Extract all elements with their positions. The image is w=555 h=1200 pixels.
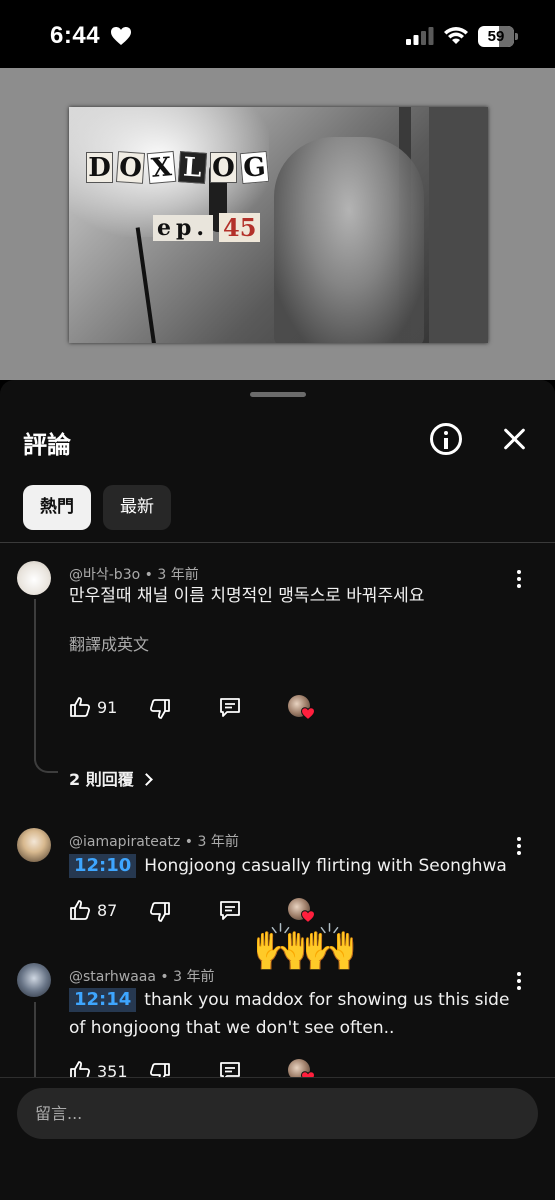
video-thumbnail [69,107,488,343]
comment-actions: 91 [68,695,368,725]
thread-line [34,1002,36,1082]
timestamp-link[interactable]: 12:10 [69,854,137,878]
battery-level: 59 [487,28,505,45]
thread-curve [34,757,58,773]
title-letter: L [177,151,208,184]
drag-handle[interactable] [250,392,306,397]
comment-meta: @iamapirateatz • 3 年前 [69,834,239,850]
video-episode: ep. 45 [153,213,261,242]
comment-input-bar [0,1077,555,1200]
heart-icon [301,707,315,720]
comment-body: Hongjoong casually flirting with Seonghw… [144,856,507,876]
translate-link[interactable]: 翻譯成英文 [69,631,149,655]
episode-number: 45 [219,213,261,242]
battery-indicator: 59 [478,26,518,47]
dislike-icon[interactable] [148,900,172,924]
comment-author[interactable]: @바삭-b3o [69,567,140,583]
heart-icon [111,27,131,45]
reply-icon[interactable] [218,898,242,922]
signal-icon [406,27,434,45]
chip-top[interactable]: 熱門 [23,485,91,530]
title-letter: O [210,152,237,183]
video-title-logo: D O X L O G [86,150,270,185]
timestamp-link[interactable]: 12:14 [69,988,137,1012]
info-icon[interactable] [430,423,462,455]
video-player[interactable]: D O X L O G ep. 45 [0,68,555,380]
title-letter: G [239,150,270,185]
comments-sheet: 評論 熱門 最新 @바삭-b3o • 3 年前 만우절때 채널 이름 치명적인 … [0,380,555,1200]
avatar[interactable] [17,828,51,862]
status-time: 6:44 [50,22,101,49]
view-replies-button[interactable]: 2 則回覆 [69,766,153,790]
thread-line [34,599,36,761]
chip-newest[interactable]: 最新 [103,485,171,530]
comment-age: 3 年前 [197,834,239,850]
comment-meta: @starhwaaa • 3 年前 [69,969,215,985]
like-icon[interactable] [68,695,92,719]
comment-input[interactable] [17,1088,538,1139]
comment-text: 12:10 Hongjoong casually flirting with Se… [69,852,519,880]
comment-author[interactable]: @starhwaaa [69,969,156,985]
comment-age: 3 年前 [157,567,199,583]
avatar[interactable] [17,561,51,595]
comment-text: 만우절때 채널 이름 치명적인 맹독스로 바꿔주세요 [69,586,425,606]
creator-heart [288,695,318,723]
like-count: 87 [97,901,118,920]
comments-title: 評論 [23,431,71,459]
title-letter: O [115,151,146,184]
comment-meta: @바삭-b3o • 3 年前 [69,567,199,583]
comment-age: 3 年前 [173,969,215,985]
reply-icon[interactable] [218,695,242,719]
comment-author[interactable]: @iamapirateatz [69,834,180,850]
comment-text: 12:14 thank you maddox for showing us thi… [69,986,519,1042]
like-count: 91 [97,698,118,717]
avatar[interactable] [17,963,51,997]
dislike-icon[interactable] [148,697,172,721]
chevron-right-icon [139,773,153,786]
close-icon[interactable] [500,425,530,455]
status-bar: 6:44 59 [0,0,555,68]
divider [0,542,555,543]
episode-label: ep. [153,214,214,241]
wifi-icon [444,27,468,44]
title-letter: D [86,152,113,183]
replies-count: 2 則回覆 [69,770,134,789]
like-icon[interactable] [68,898,92,922]
title-letter: X [146,150,177,185]
raising-hands-emoji: 🙌🙌 [252,921,359,973]
